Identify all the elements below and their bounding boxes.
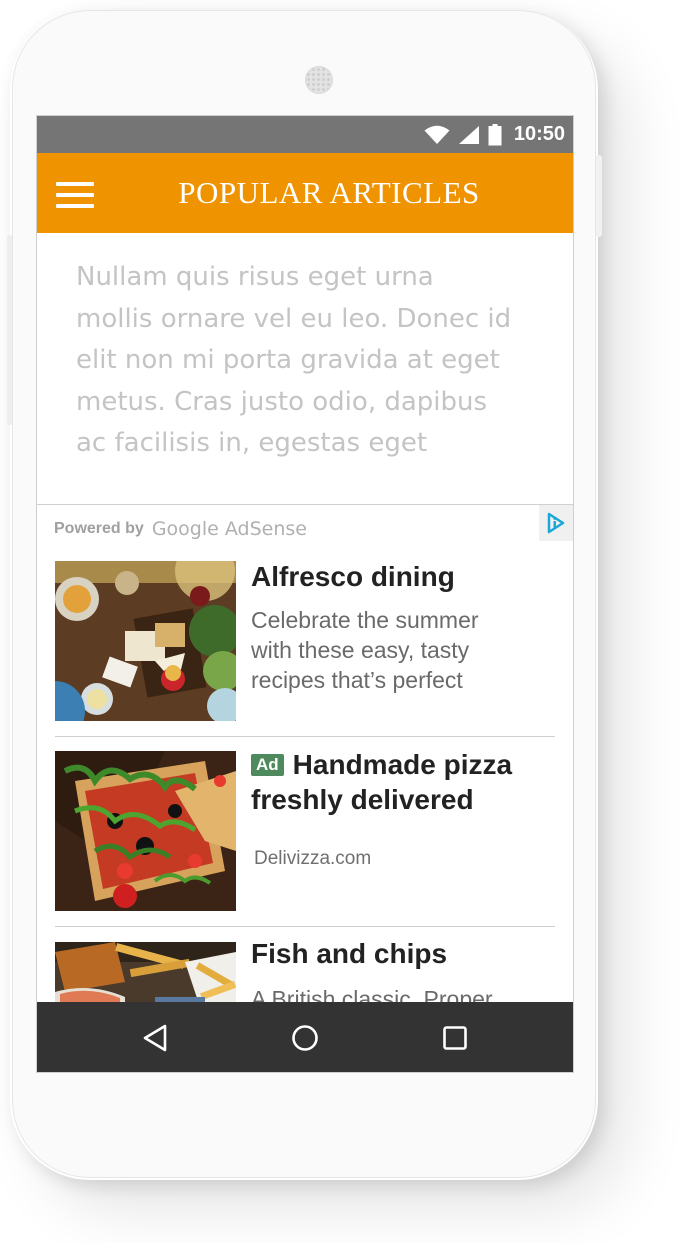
wifi-icon — [424, 125, 450, 144]
divider — [37, 504, 573, 505]
article-description: Celebrate the summer with these easy, ta… — [251, 607, 479, 693]
home-icon[interactable] — [285, 1018, 325, 1058]
status-bar: 10:50 — [37, 116, 573, 153]
status-time: 10:50 — [513, 123, 565, 145]
article-item[interactable]: Alfresco dining Celebrate the summer wit… — [55, 561, 555, 723]
powered-by: Powered by Google AdSense — [54, 516, 307, 542]
page-title: POPULAR ARTICLES — [178, 175, 480, 210]
adchoices-icon[interactable] — [539, 505, 573, 541]
ad-badge: Ad — [251, 754, 284, 776]
ad-item[interactable]: Ad Handmade pizza freshly delivered Deliv… — [55, 749, 555, 913]
divider — [55, 926, 555, 927]
device-mockup: 10:50 POPULAR ARTICLES Nullam quis risus… — [0, 0, 695, 1243]
app-bar: POPULAR ARTICLES — [37, 153, 573, 233]
signal-icon — [458, 125, 479, 144]
ad-title-text[interactable]: Handmade pizza freshly delivered — [251, 749, 512, 815]
navigation-bar — [37, 1002, 573, 1072]
powered-by-label: Powered by — [54, 520, 144, 537]
intro-paragraph: Nullam quis risus eget urna mollis ornar… — [76, 262, 512, 458]
divider — [55, 736, 555, 737]
recents-icon[interactable] — [435, 1018, 475, 1058]
pizza-photo — [55, 751, 236, 911]
earpiece-speaker — [305, 66, 333, 94]
phone-screen: 10:50 POPULAR ARTICLES Nullam quis risus… — [36, 115, 574, 1073]
ad-source-domain[interactable]: Delivizza.com — [254, 848, 371, 870]
article-title[interactable]: Fish and chips — [251, 936, 551, 971]
battery-icon — [488, 123, 502, 145]
power-button — [595, 155, 602, 237]
alfresco-dining-photo — [55, 561, 236, 721]
adsense-brand: Google AdSense — [151, 518, 307, 540]
back-icon[interactable] — [135, 1018, 175, 1058]
article-title[interactable]: Alfresco dining — [251, 559, 551, 594]
ad-title[interactable]: Ad Handmade pizza freshly delivered — [251, 747, 551, 817]
